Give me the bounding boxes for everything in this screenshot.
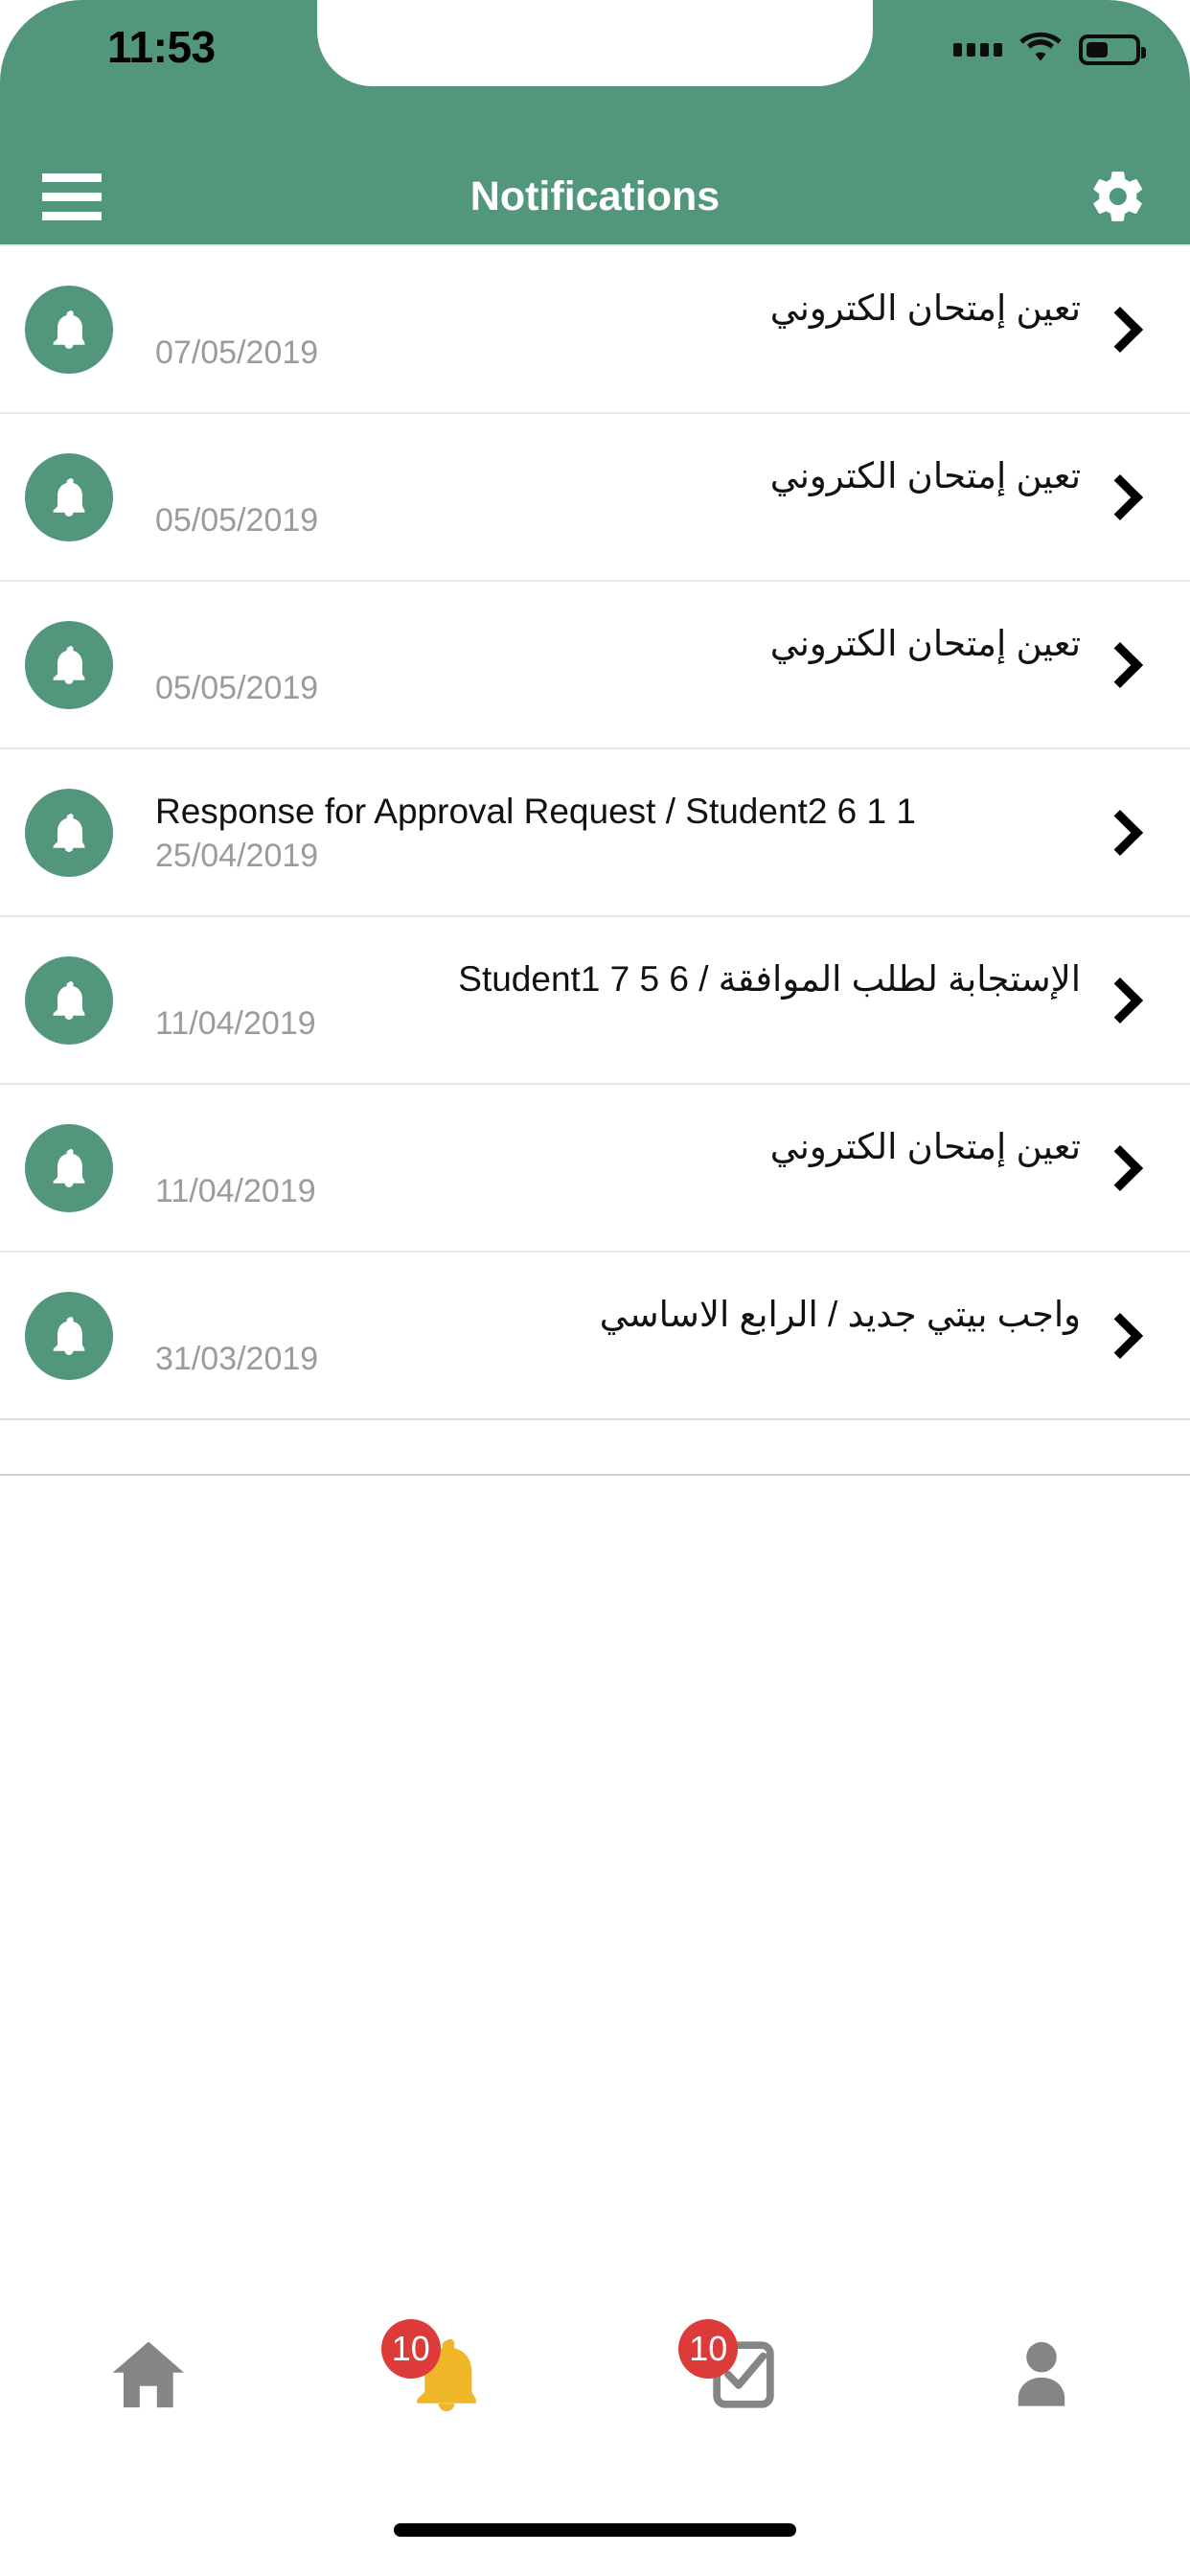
status-bar-time: 11:53	[107, 22, 216, 72]
gear-icon[interactable]	[1088, 167, 1148, 226]
notification-date: 11/04/2019	[155, 1173, 316, 1210]
notification-title: واجب بيتي جديد / الرابع الاساسي	[599, 1294, 1081, 1334]
list-bottom-spacer	[0, 1420, 1190, 1476]
notification-body: تعين إمتحان الكتروني 05/05/2019	[113, 622, 1104, 708]
notification-date: 11/04/2019	[155, 1005, 316, 1043]
notification-body: تعين إمتحان الكتروني 07/05/2019	[113, 287, 1104, 373]
notification-body: واجب بيتي جديد / الرابع الاساسي 31/03/20…	[113, 1293, 1104, 1379]
notification-date: 07/05/2019	[155, 334, 319, 372]
chevron-right-icon[interactable]	[1096, 641, 1144, 688]
notification-title: تعين إمتحان الكتروني	[769, 288, 1081, 328]
notification-body: الإستجابة لطلب الموافقة / Student1 7 5 6…	[113, 957, 1104, 1044]
bell-icon	[25, 285, 113, 374]
chevron-right-icon[interactable]	[1096, 809, 1144, 856]
notification-row[interactable]: تعين إمتحان الكتروني 07/05/2019	[0, 246, 1190, 414]
wifi-icon	[1019, 31, 1062, 68]
tab-home[interactable]	[0, 2325, 298, 2440]
notifications-list[interactable]: تعين إمتحان الكتروني 07/05/2019 تعين إمت…	[0, 244, 1190, 2304]
tab-notifications[interactable]: 10	[298, 2319, 596, 2440]
notification-row[interactable]: تعين إمتحان الكتروني 05/05/2019	[0, 582, 1190, 749]
hamburger-menu-icon[interactable]	[42, 172, 102, 220]
chevron-right-icon[interactable]	[1096, 1144, 1144, 1191]
bell-icon	[25, 955, 113, 1045]
tab-messages[interactable]: 10	[595, 2319, 893, 2440]
chevron-right-icon[interactable]	[1096, 473, 1144, 520]
notification-row[interactable]: الإستجابة لطلب الموافقة / Student1 7 5 6…	[0, 917, 1190, 1085]
notification-body: تعين إمتحان الكتروني 11/04/2019	[113, 1125, 1104, 1211]
home-indicator-bar[interactable]	[394, 2523, 796, 2537]
chevron-right-icon[interactable]	[1096, 977, 1144, 1024]
bell-icon	[25, 1123, 113, 1212]
tab-badge: 10	[678, 2319, 739, 2379]
status-bar: 11:53	[0, 0, 1190, 149]
person-icon	[992, 2325, 1091, 2425]
notification-date: 31/03/2019	[155, 1341, 319, 1378]
device-notch	[317, 0, 873, 86]
notification-row[interactable]: واجب بيتي جديد / الرابع الاساسي 31/03/20…	[0, 1253, 1190, 1420]
mail-check-icon: 10	[678, 2319, 793, 2425]
signal-dots-icon	[953, 42, 1002, 57]
notification-title: تعين إمتحان الكتروني	[769, 455, 1081, 495]
notification-date: 05/05/2019	[155, 670, 319, 707]
app-header: Notifications	[0, 149, 1190, 244]
notification-row[interactable]: تعين إمتحان الكتروني 05/05/2019	[0, 414, 1190, 582]
notification-body: Response for Approval Request / Student2…	[113, 790, 1104, 876]
bell-icon	[25, 788, 113, 877]
battery-icon	[1079, 34, 1146, 65]
bell-icon: 10	[380, 2319, 496, 2425]
notification-title: Response for Approval Request / Student2…	[155, 791, 916, 831]
notification-title: الإستجابة لطلب الموافقة / Student1 7 5 6	[458, 958, 1081, 999]
tab-badge: 10	[380, 2319, 441, 2379]
bottom-tab-bar: 10 10	[0, 2304, 1190, 2484]
bell-icon	[25, 1291, 113, 1380]
tab-profile[interactable]	[893, 2325, 1190, 2440]
notification-row[interactable]: Response for Approval Request / Student2…	[0, 749, 1190, 917]
chevron-right-icon[interactable]	[1096, 306, 1144, 353]
chevron-right-icon[interactable]	[1096, 1312, 1144, 1359]
page-title: Notifications	[469, 172, 721, 219]
notification-body: تعين إمتحان الكتروني 05/05/2019	[113, 454, 1104, 540]
home-icon	[99, 2325, 198, 2425]
phone-screen: 11:53 Notifications تعين إمتحان الكتروني…	[0, 0, 1190, 2576]
notification-row[interactable]: تعين إمتحان الكتروني 11/04/2019	[0, 1085, 1190, 1253]
status-bar-indicators	[953, 31, 1146, 68]
bell-icon	[25, 452, 113, 541]
notification-title: تعين إمتحان الكتروني	[769, 623, 1081, 663]
home-indicator-area	[0, 2484, 1190, 2576]
bell-icon	[25, 620, 113, 709]
notification-date: 05/05/2019	[155, 502, 319, 540]
notification-title: تعين إمتحان الكتروني	[769, 1126, 1081, 1166]
notification-date: 25/04/2019	[155, 838, 319, 875]
